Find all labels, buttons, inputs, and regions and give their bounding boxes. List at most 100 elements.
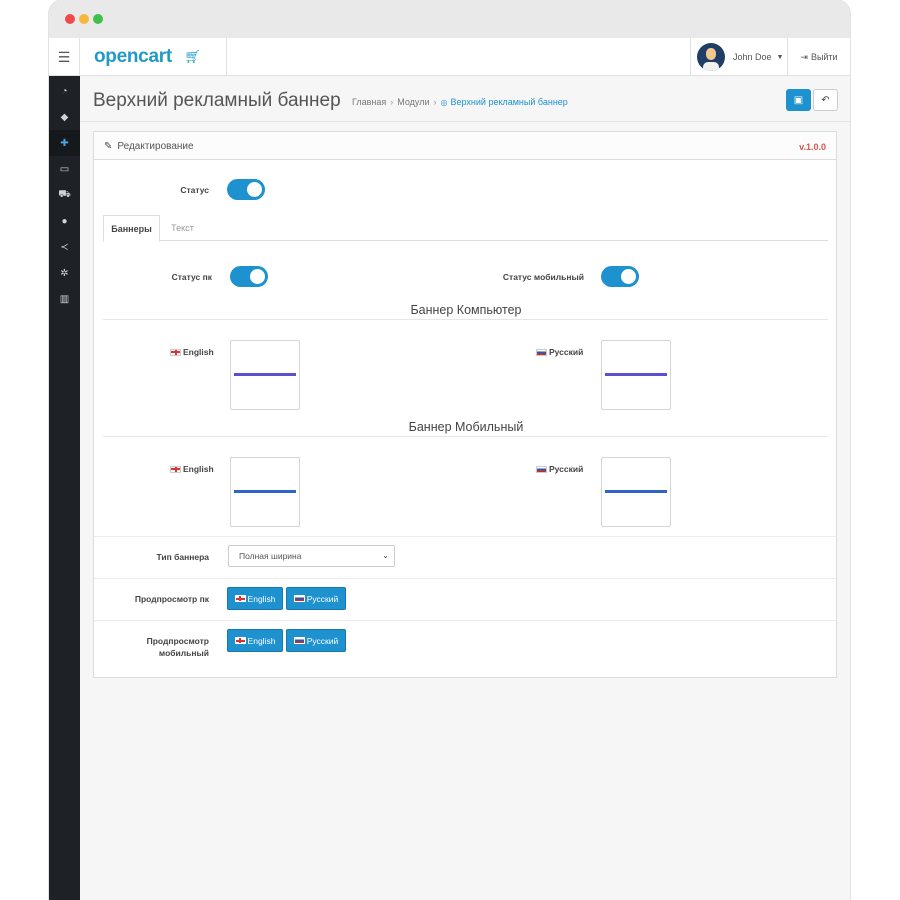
reply-icon: ↶ [821, 94, 830, 106]
caret-down-icon: ▼ [776, 53, 784, 61]
banner-pc-english-image[interactable] [230, 340, 300, 410]
logout-button[interactable]: ⇥ Выйти [788, 38, 850, 76]
lang-russian-text: Русский [306, 635, 339, 646]
maximize-window-dot[interactable] [93, 14, 103, 24]
banner-type-select[interactable]: Полная ширина ⌄ [228, 545, 395, 567]
tags-icon[interactable]: ◆ [49, 104, 80, 130]
flag-ru-icon [536, 465, 547, 473]
breadcrumb: Главная › Модули › ◎ Верхний рекламный б… [352, 97, 568, 107]
banner-mobile-russian-image[interactable] [601, 457, 671, 527]
avatar [697, 43, 725, 71]
preview-pc-label: Продпросмотр пк [134, 594, 209, 604]
flag-ru-icon [293, 637, 305, 644]
bar-chart-icon[interactable]: ▥ [49, 286, 80, 312]
flag-ru-icon [536, 348, 547, 356]
status-pc-label: Статус пк [171, 272, 212, 282]
lang-russian-text: Русский [549, 347, 584, 357]
panel-title: ✎ Редактирование [104, 141, 194, 152]
top-header: ☰ opencart ⠀🛒︎ John Doe ▼ ⇥ Выйти [49, 38, 850, 76]
preview-pc-english-button[interactable]: English [227, 587, 283, 610]
preview-mobile-label-line2: мобильный [158, 648, 209, 658]
sidebar: ◔ ◆ ✚ ▭ ⛟ ● ≺ ✲ ▥ [49, 76, 80, 900]
back-button[interactable]: ↶ [813, 89, 838, 111]
banner-preview-line [605, 373, 667, 376]
window-titlebar [49, 0, 850, 38]
hamburger-icon: ☰ [57, 48, 71, 65]
flag-gb-icon [234, 637, 246, 644]
puzzle-icon[interactable]: ✚ [49, 130, 80, 156]
tab-banners[interactable]: Баннеры [103, 215, 160, 242]
divider [103, 436, 828, 437]
user-menu[interactable]: John Doe ▼ [690, 38, 788, 76]
chevron-down-icon: ⌄ [382, 551, 389, 560]
banner-preview-line [234, 490, 296, 493]
status-mobile-toggle[interactable] [601, 266, 639, 287]
breadcrumb-separator: › [390, 97, 394, 107]
save-icon: ▣ [793, 94, 804, 106]
user-icon[interactable]: ● [49, 208, 80, 234]
breadcrumb-modules[interactable]: Модули [397, 97, 429, 107]
banner-pc-english-label: English [170, 347, 214, 357]
preview-pc-russian-button[interactable]: Русский [286, 587, 346, 610]
banner-preview-line [605, 490, 667, 493]
banner-preview-line [234, 373, 296, 376]
page-title: Верхний рекламный баннер [93, 90, 341, 111]
banner-pc-russian-label: Русский [536, 347, 583, 357]
user-name: John Doe [733, 52, 772, 62]
gear-icon[interactable]: ✲ [49, 260, 80, 286]
flag-gb-icon [170, 465, 181, 473]
banner-pc-title: Баннер Компьютер [410, 303, 522, 317]
settings-circle-icon: ◎ [440, 97, 448, 107]
status-mobile-label: Статус мобильный [502, 272, 584, 282]
flag-gb-icon [234, 595, 246, 602]
status-pc-toggle[interactable] [230, 266, 268, 287]
version-label: v.1.0.0 [799, 142, 826, 152]
breadcrumb-home[interactable]: Главная [352, 97, 386, 107]
lang-english-text: English [183, 464, 214, 474]
dashboard-icon[interactable]: ◔ [49, 78, 80, 104]
banner-type-label: Тип баннера [156, 552, 209, 562]
status-label: Статус [180, 185, 209, 195]
lang-english-text: English [247, 635, 276, 646]
close-window-dot[interactable] [65, 14, 75, 24]
sign-out-icon: ⇥ [800, 51, 808, 62]
banner-mobile-title: Баннер Мобильный [408, 420, 524, 434]
flag-ru-icon [293, 595, 305, 602]
pencil-icon: ✎ [104, 141, 113, 152]
lang-russian-text: Русский [306, 593, 339, 604]
divider [94, 578, 836, 579]
lang-english-text: English [183, 347, 214, 357]
divider [94, 536, 836, 537]
share-icon[interactable]: ≺ [49, 234, 80, 260]
logo[interactable]: opencart ⠀🛒︎ [80, 38, 227, 76]
save-button[interactable]: ▣ [786, 89, 811, 111]
banner-type-value: Полная ширина [239, 551, 302, 561]
logo-text: opencart [94, 46, 172, 67]
lang-english-text: English [247, 593, 276, 604]
monitor-icon[interactable]: ▭ [49, 156, 80, 182]
breadcrumb-current[interactable]: Верхний рекламный баннер [451, 97, 568, 107]
flag-gb-icon [170, 348, 181, 356]
lang-russian-text: Русский [549, 464, 584, 474]
preview-mobile-english-button[interactable]: English [227, 629, 283, 652]
panel-heading-text: Редактирование [117, 141, 194, 152]
divider [94, 620, 836, 621]
edit-panel: ✎ Редактирование v.1.0.0 Статус Баннеры … [93, 131, 837, 678]
status-toggle[interactable] [227, 179, 265, 200]
banner-mobile-english-image[interactable] [230, 457, 300, 527]
banner-mobile-english-label: English [170, 464, 214, 474]
cart-icon[interactable]: ⛟ [49, 182, 80, 208]
tabs: Баннеры Текст [103, 215, 828, 242]
menu-toggle-button[interactable]: ☰ [49, 38, 80, 76]
banner-pc-russian-image[interactable] [601, 340, 671, 410]
minimize-window-dot[interactable] [79, 14, 89, 24]
browser-window: ☰ opencart ⠀🛒︎ John Doe ▼ ⇥ Выйти ◔ ◆ ✚ … [49, 0, 850, 900]
preview-mobile-russian-button[interactable]: Русский [286, 629, 346, 652]
banner-mobile-russian-label: Русский [536, 464, 583, 474]
divider [103, 319, 828, 320]
main-content: Верхний рекламный баннер Главная › Модул… [80, 76, 850, 900]
cart-icon: ⠀🛒︎ [174, 49, 201, 64]
breadcrumb-separator: › [433, 97, 437, 107]
preview-mobile-label-line1: Продпросмотр [146, 636, 209, 646]
tab-text[interactable]: Текст [162, 215, 203, 241]
